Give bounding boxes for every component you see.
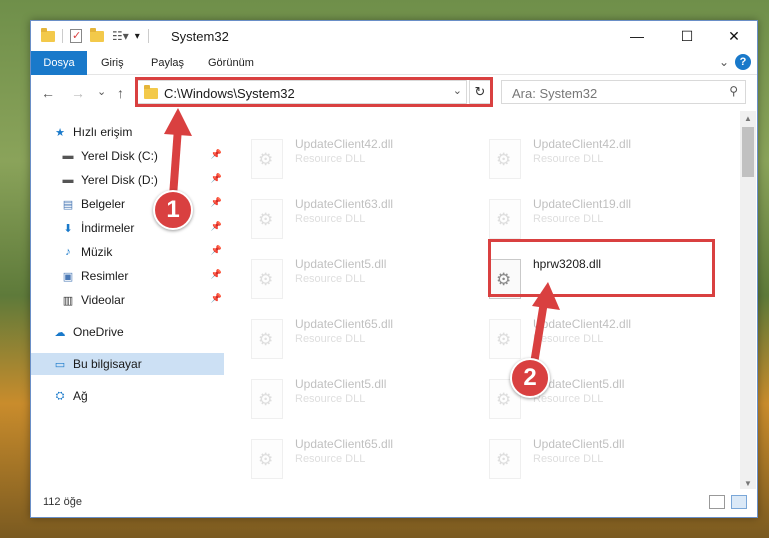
callout-arrows bbox=[164, 108, 560, 377]
step-1-badge: 1 bbox=[153, 190, 193, 230]
arrow-2-head bbox=[532, 282, 560, 310]
arrow-1-head bbox=[164, 108, 192, 136]
step-2-badge: 2 bbox=[510, 358, 550, 398]
